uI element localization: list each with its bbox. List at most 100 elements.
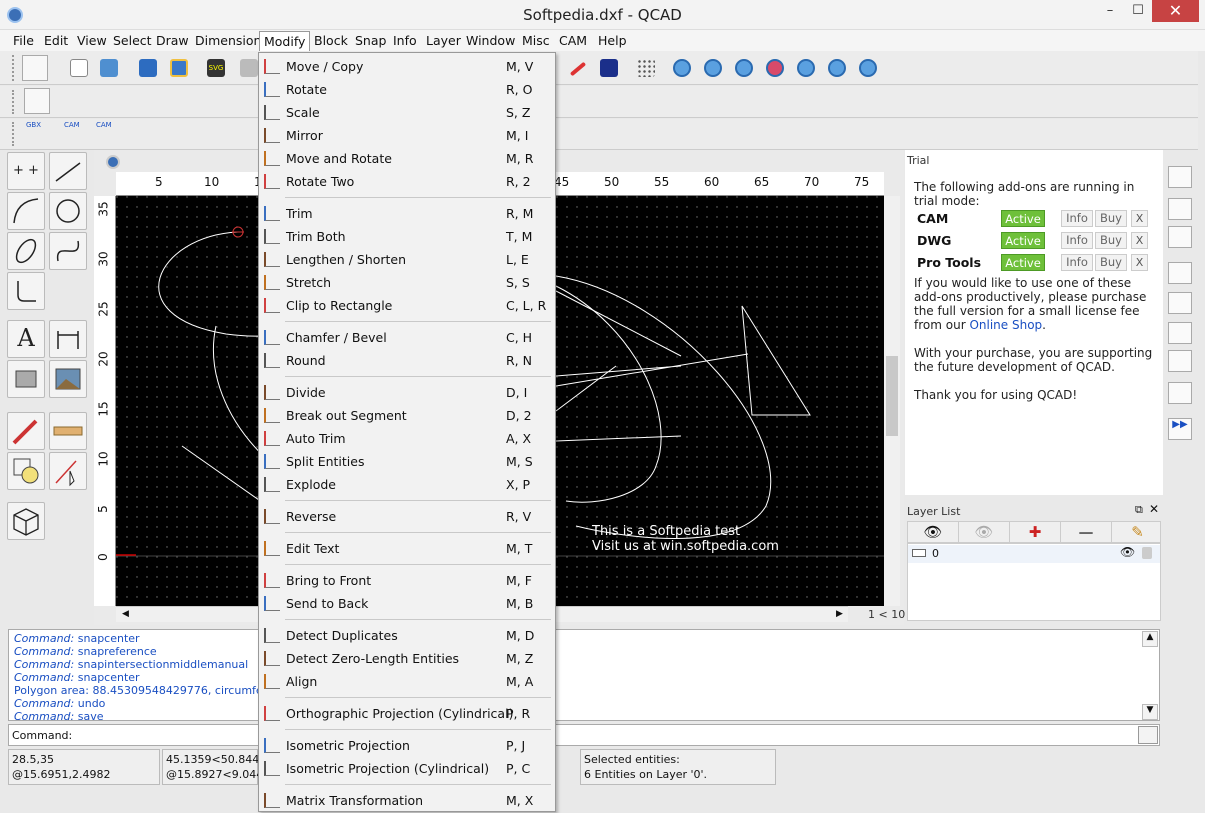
- measure-button[interactable]: [49, 412, 87, 450]
- menu-item[interactable]: Isometric Projection (Cylindrical) P, C: [259, 757, 555, 780]
- zoom-previous-button[interactable]: [793, 55, 819, 81]
- float-panel-icon[interactable]: ⧉: [1135, 503, 1143, 517]
- addon-status-badge[interactable]: Active: [1001, 210, 1045, 227]
- toolbar-grip[interactable]: [12, 122, 16, 146]
- zoom-in-button[interactable]: [669, 55, 695, 81]
- save-as-button[interactable]: [166, 55, 192, 81]
- draw-line-button[interactable]: [49, 152, 87, 190]
- block-button[interactable]: [7, 452, 45, 490]
- history-scroll-up[interactable]: ▲: [1142, 631, 1158, 647]
- close-panel-icon[interactable]: ✕: [1149, 502, 1159, 516]
- menu-item[interactable]: Detect Zero-Length Entities M, Z: [259, 647, 555, 670]
- addon-status-badge[interactable]: Active: [1001, 254, 1045, 271]
- clipboard-panel-button[interactable]: [1168, 350, 1192, 372]
- draw-points-button[interactable]: + +: [7, 152, 45, 190]
- menu-item[interactable]: Chamfer / Bevel C, H: [259, 326, 555, 349]
- menu-item[interactable]: Detect Duplicates M, D: [259, 624, 555, 647]
- menu-item[interactable]: Edit Text M, T: [259, 537, 555, 560]
- block-panel-button[interactable]: [1168, 198, 1192, 220]
- draw-order-button[interactable]: [596, 55, 622, 81]
- gbx-export-button[interactable]: GBX: [22, 121, 48, 147]
- maximize-button[interactable]: ☐: [1124, 0, 1152, 22]
- remove-layer-button[interactable]: —: [1061, 522, 1112, 542]
- layer-panel-button[interactable]: [1168, 262, 1192, 284]
- menu-draw[interactable]: Draw: [156, 33, 189, 48]
- menu-item[interactable]: Mirror M, I: [259, 124, 555, 147]
- addon-close-button[interactable]: X: [1131, 232, 1148, 249]
- draw-ellipse-button[interactable]: [7, 232, 45, 270]
- pen-button[interactable]: [565, 55, 591, 81]
- menu-item[interactable]: Trim R, M: [259, 202, 555, 225]
- addon-close-button[interactable]: X: [1131, 210, 1148, 227]
- menu-item[interactable]: Matrix Transformation M, X: [259, 789, 555, 812]
- menu-item[interactable]: Move and Rotate M, R: [259, 147, 555, 170]
- cam-import-button[interactable]: CAM: [60, 121, 86, 147]
- draw-circle-button[interactable]: [49, 192, 87, 230]
- menu-item[interactable]: Round R, N: [259, 349, 555, 372]
- menu-edit[interactable]: Edit: [44, 33, 68, 48]
- edit-layer-button[interactable]: ✎: [1112, 522, 1163, 542]
- menu-item[interactable]: Isometric Projection P, J: [259, 734, 555, 757]
- command-line[interactable]: Command:: [8, 724, 1160, 746]
- select-pointer-button[interactable]: [24, 88, 50, 114]
- zoom-pan-button[interactable]: [855, 55, 881, 81]
- history-scroll-down[interactable]: ▼: [1142, 704, 1158, 720]
- 3d-view-button[interactable]: [7, 502, 45, 540]
- hide-all-layers-button[interactable]: 👁: [959, 522, 1010, 542]
- addon-buy-button[interactable]: Buy: [1095, 232, 1127, 249]
- view-panel-button[interactable]: [1168, 322, 1192, 344]
- menu-item[interactable]: Explode X, P: [259, 473, 555, 496]
- menu-item[interactable]: Scale S, Z: [259, 101, 555, 124]
- menu-file[interactable]: File: [13, 33, 34, 48]
- new-file-button[interactable]: [66, 55, 92, 81]
- lock-icon[interactable]: [1142, 547, 1152, 559]
- menu-cam[interactable]: CAM: [559, 33, 587, 48]
- menu-item[interactable]: Move / Copy M, V: [259, 55, 555, 78]
- zoom-auto-button[interactable]: [731, 55, 757, 81]
- menu-help[interactable]: Help: [598, 33, 627, 48]
- scroll-thumb[interactable]: [886, 356, 898, 436]
- save-button[interactable]: [135, 55, 161, 81]
- menu-item[interactable]: Clip to Rectangle C, L, R: [259, 294, 555, 317]
- command-dock-button[interactable]: [1138, 726, 1158, 744]
- menu-item[interactable]: Stretch S, S: [259, 271, 555, 294]
- svg-export-button[interactable]: SVG: [203, 55, 229, 81]
- menu-window[interactable]: Window: [466, 33, 515, 48]
- scroll-left-arrow[interactable]: ◀: [122, 609, 129, 619]
- menu-item[interactable]: Rotate R, O: [259, 78, 555, 101]
- addon-buy-button[interactable]: Buy: [1095, 254, 1127, 271]
- addon-close-button[interactable]: X: [1131, 254, 1148, 271]
- draw-spline-button[interactable]: [49, 232, 87, 270]
- eye-icon[interactable]: 👁: [1120, 545, 1135, 559]
- show-all-layers-button[interactable]: 👁: [908, 522, 959, 542]
- addon-info-button[interactable]: Info: [1061, 232, 1093, 249]
- addon-status-badge[interactable]: Active: [1001, 232, 1045, 249]
- menu-layer[interactable]: Layer: [426, 33, 461, 48]
- cam-export-button[interactable]: CAM: [92, 121, 118, 147]
- image-button[interactable]: [49, 360, 87, 398]
- menu-item[interactable]: Lengthen / Shorten L, E: [259, 248, 555, 271]
- menu-item[interactable]: Align M, A: [259, 670, 555, 693]
- menu-modify[interactable]: Modify: [259, 31, 311, 52]
- menu-item[interactable]: Break out Segment D, 2: [259, 404, 555, 427]
- menu-item[interactable]: Trim Both T, M: [259, 225, 555, 248]
- menu-select[interactable]: Select: [113, 33, 152, 48]
- filter-panel-button[interactable]: [1168, 292, 1192, 314]
- draw-text-button[interactable]: A: [7, 320, 45, 358]
- menu-dimension[interactable]: Dimension: [195, 33, 261, 48]
- menu-item[interactable]: Orthographic Projection (Cylindrical) P, …: [259, 702, 555, 725]
- add-layer-button[interactable]: ✚: [1010, 522, 1061, 542]
- close-button[interactable]: ✕: [1152, 0, 1199, 22]
- layer-row[interactable]: 0 👁: [908, 545, 1160, 563]
- menu-info[interactable]: Info: [393, 33, 417, 48]
- menu-item[interactable]: Bring to Front M, F: [259, 569, 555, 592]
- draw-polyline-button[interactable]: [7, 272, 45, 310]
- zoom-selection-button[interactable]: [762, 55, 788, 81]
- vertical-scrollbar[interactable]: [884, 196, 900, 606]
- zoom-out-button[interactable]: [700, 55, 726, 81]
- menu-item[interactable]: Divide D, I: [259, 381, 555, 404]
- open-file-button[interactable]: [96, 55, 122, 81]
- more-panels-button[interactable]: ▶▶: [1168, 418, 1192, 440]
- grid-toggle-button[interactable]: [633, 55, 659, 81]
- draw-arc-button[interactable]: [7, 192, 45, 230]
